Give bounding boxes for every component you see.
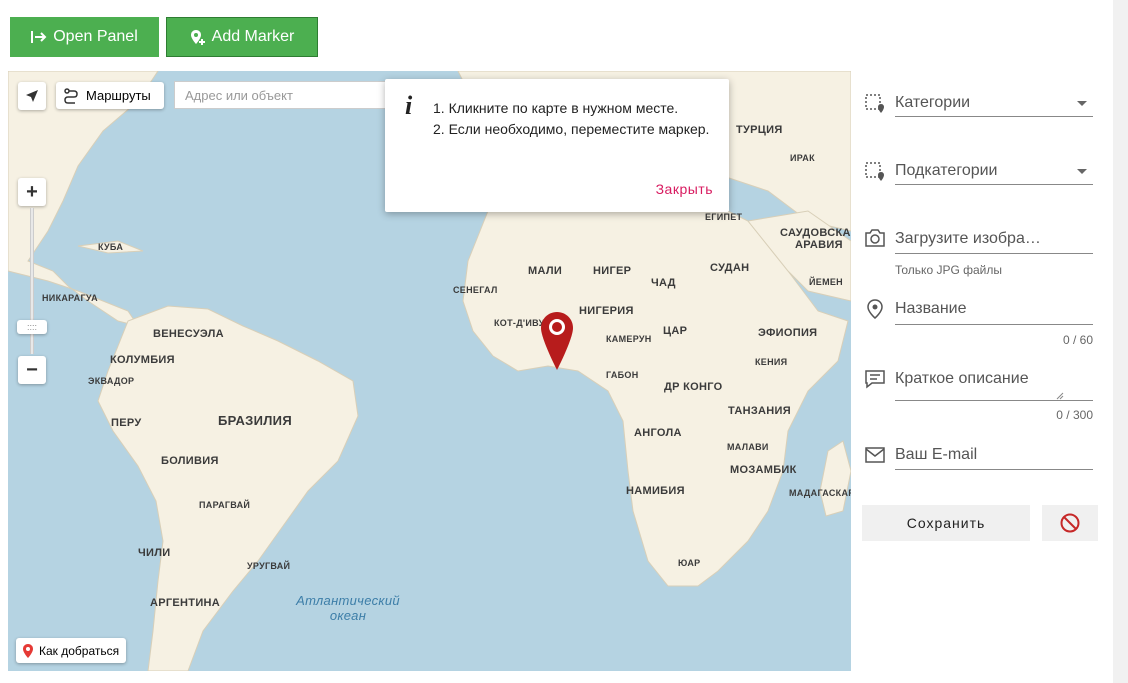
map-label-car: ЦАР <box>663 325 688 337</box>
grip-icon: :::: <box>26 322 37 332</box>
open-panel-label: Open Panel <box>53 28 138 45</box>
map-label-cuba: КУБА <box>98 242 124 252</box>
map-label-chad: ЧАД <box>651 277 676 289</box>
map-label-paraguay: ПАРАГВАЙ <box>199 500 251 510</box>
comment-icon <box>865 370 885 389</box>
map-search-placeholder: Адрес или объект <box>185 87 293 103</box>
minus-icon: − <box>26 358 38 381</box>
map-label-yemen: ЙЕМЕН <box>809 277 843 287</box>
map-label-iraq: ИРАК <box>790 153 815 163</box>
ocean-label-line-2: океан <box>329 608 367 623</box>
map-label-kenya: КЕНИЯ <box>755 357 788 367</box>
upload-hint: Только JPG файлы <box>895 263 1002 277</box>
image-upload-input[interactable]: Загрузите изобра… <box>895 230 1041 248</box>
email-input[interactable]: Ваш E-mail <box>895 446 977 464</box>
map-label-senegal: СЕНЕГАЛ <box>453 285 498 295</box>
subcategory-select[interactable]: Подкатегории <box>895 162 997 180</box>
open-panel-button[interactable]: Open Panel <box>10 17 159 57</box>
map-label-peru: ПЕРУ <box>111 417 142 429</box>
subcategory-underline <box>895 184 1093 185</box>
email-underline <box>895 469 1093 470</box>
add-marker-label: Add Marker <box>211 28 295 45</box>
upload-underline <box>895 253 1093 254</box>
map-label-chile: ЧИЛИ <box>138 547 171 559</box>
popup-step-1: 1. Кликните по карте в нужном месте. <box>433 100 679 116</box>
map-marker-icon[interactable] <box>540 311 574 371</box>
popup-step-2: 2. Если необходимо, переместите маркер. <box>433 121 710 137</box>
cancel-button[interactable] <box>1042 505 1098 541</box>
map-label-uruguay: УРУГВАЙ <box>247 561 291 571</box>
name-underline <box>895 324 1093 325</box>
how-to-get-label: Как добраться <box>39 643 120 658</box>
forbidden-icon <box>1060 513 1080 533</box>
routes-button[interactable]: Маршруты <box>56 82 164 109</box>
map-label-ecuador: ЭКВАДОР <box>88 376 135 386</box>
name-char-counter: 0 / 60 <box>1062 333 1093 347</box>
description-underline <box>895 400 1093 401</box>
map-label-namibia: НАМИБИЯ <box>626 485 685 497</box>
camera-icon <box>865 229 885 247</box>
map-label-colombia: КОЛУМБИЯ <box>110 354 175 366</box>
locate-arrow-icon <box>26 90 38 102</box>
instruction-popup: i 1. Кликните по карте в нужном месте. 2… <box>385 79 729 212</box>
map-label-turkey: ТУРЦИЯ <box>736 124 783 136</box>
map-label-ethiopia: ЭФИОПИЯ <box>758 327 818 339</box>
subcategory-select-icon <box>865 162 884 181</box>
location-pin-icon <box>867 299 883 319</box>
locate-button[interactable] <box>18 82 46 110</box>
map-label-tanzania: ТАНЗАНИЯ <box>728 405 791 417</box>
info-icon: i <box>405 91 413 120</box>
map-label-niger: НИГЕР <box>593 265 632 277</box>
add-marker-button[interactable]: Add Marker <box>166 17 318 57</box>
how-to-get-button[interactable]: Как добраться <box>16 638 126 663</box>
map-label-south-africa: ЮАР <box>678 558 701 568</box>
map-label-egypt: ЕГИПЕТ <box>705 212 743 222</box>
category-select[interactable]: Категории <box>895 94 970 112</box>
route-icon <box>64 87 78 104</box>
zoom-in-button[interactable]: + <box>18 178 46 206</box>
map-label-mali: МАЛИ <box>528 265 563 277</box>
zoom-out-button[interactable]: − <box>18 356 46 384</box>
subcategory-chevron-down-icon[interactable] <box>1077 169 1087 174</box>
map-label-sudan: СУДАН <box>710 262 750 274</box>
add-marker-icon <box>190 30 205 45</box>
routes-label: Маршруты <box>86 88 151 103</box>
map-label-mozambique: МОЗАМБИК <box>730 464 797 476</box>
marker-form-panel: Категории Подкатегории Загрузите изобра…… <box>851 71 1113 671</box>
page-scrollbar[interactable] <box>1113 0 1128 683</box>
map-label-gabon: ГАБОН <box>606 370 639 380</box>
map-label-venezuela: ВЕНЕСУЭЛА <box>153 328 224 340</box>
popup-close-button[interactable]: Закрыть <box>656 181 713 197</box>
map-label-angola: АНГОЛА <box>634 427 682 439</box>
category-select-icon <box>865 94 884 113</box>
resize-handle-icon[interactable] <box>1056 392 1064 400</box>
description-char-counter: 0 / 300 <box>1056 408 1093 422</box>
name-input[interactable]: Название <box>895 300 967 318</box>
plus-icon: + <box>26 180 38 203</box>
save-button[interactable]: Сохранить <box>862 505 1030 541</box>
category-underline <box>895 116 1093 117</box>
map-label-nicaragua: НИКАРАГУА <box>42 293 98 303</box>
zoom-slider-handle[interactable]: :::: <box>17 320 47 334</box>
map-label-malawi: МАЛАВИ <box>727 442 769 452</box>
map-label-madagascar: МАДАГАСКАР <box>789 488 851 498</box>
map-label-drc: ДР КОНГО <box>664 381 723 393</box>
pin-icon <box>23 643 33 658</box>
category-chevron-down-icon[interactable] <box>1077 101 1087 106</box>
map-label-atlantic-ocean: Атлантический океан <box>288 593 408 623</box>
map-label-bolivia: БОЛИВИЯ <box>161 455 219 467</box>
open-panel-icon <box>31 31 47 43</box>
map-label-brazil: БРАЗИЛИЯ <box>218 413 292 428</box>
map-label-saudi-1: САУДОВСКАЯ <box>780 227 851 239</box>
map-search-input[interactable]: Адрес или объект <box>174 81 394 109</box>
map-label-argentina: АРГЕНТИНА <box>150 597 221 609</box>
mail-icon <box>865 447 885 463</box>
map-label-saudi-2: АРАВИЯ <box>795 239 843 251</box>
map-label-cameroon: КАМЕРУН <box>606 334 652 344</box>
ocean-label-line-1: Атлантический <box>296 593 400 608</box>
description-textarea[interactable]: Краткое описание <box>895 370 1029 388</box>
map-label-nigeria: НИГЕРИЯ <box>579 305 634 317</box>
